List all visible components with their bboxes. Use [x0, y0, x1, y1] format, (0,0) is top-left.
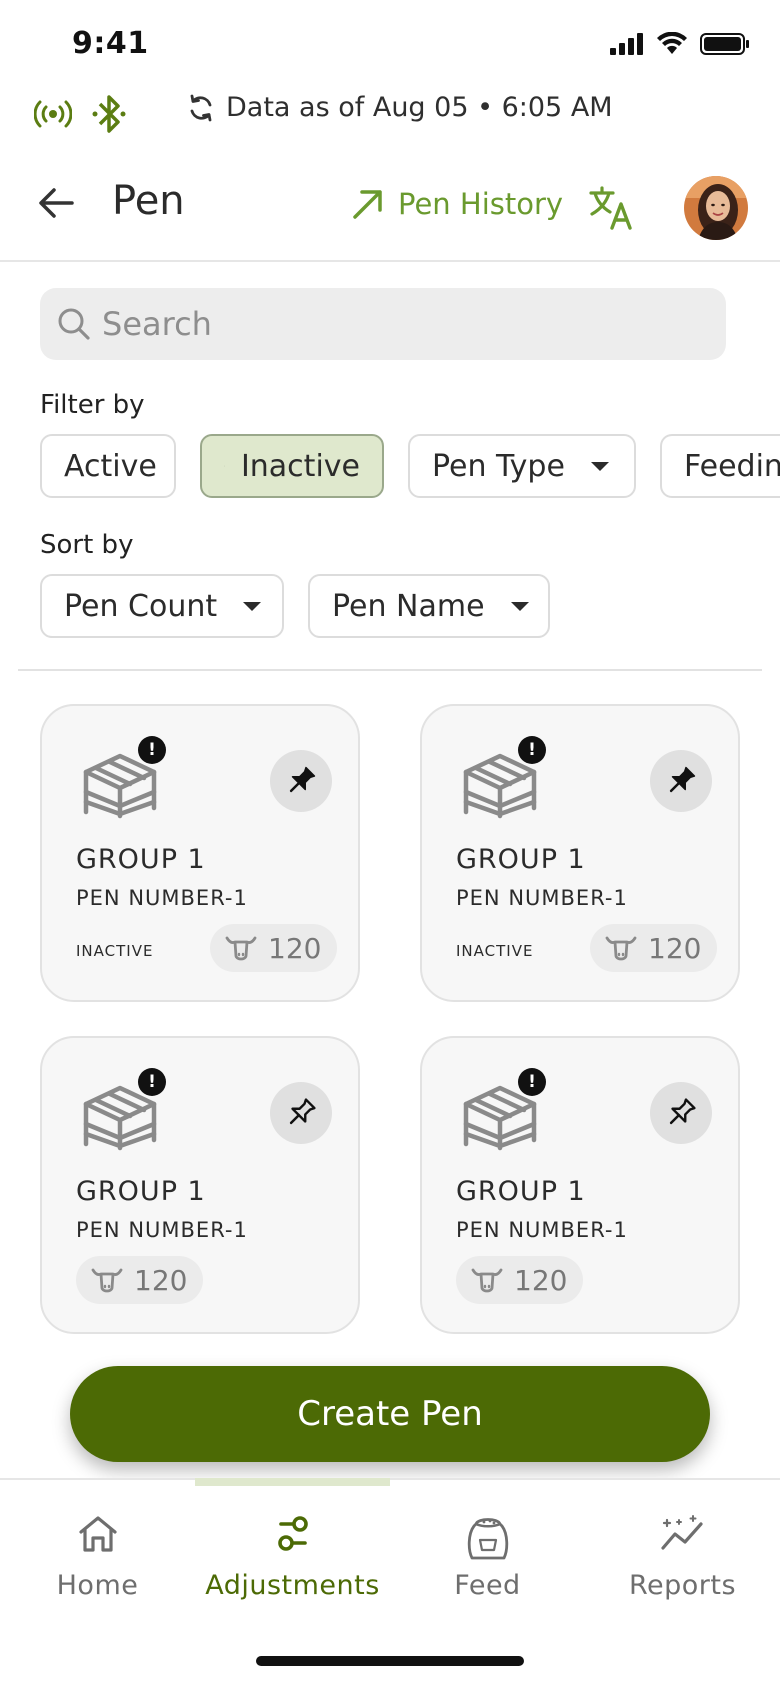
page-title: Pen: [112, 178, 185, 224]
pin-button[interactable]: [270, 1082, 332, 1144]
cellular-signal-icon: [610, 33, 643, 55]
wifi-icon: [657, 32, 687, 54]
filter-chip-label: Inactive: [240, 448, 360, 484]
pen-number: PEN NUMBER-1: [76, 886, 248, 910]
pin-button[interactable]: [270, 750, 332, 812]
pen-card[interactable]: ! GROUP 1 PEN NUMBER-1 INACTIVE 120: [420, 704, 740, 1002]
status-time: 9:41: [72, 26, 149, 61]
alert-badge: !: [518, 736, 546, 764]
sort-chip-pen-count[interactable]: Pen Count: [40, 574, 284, 638]
status-label: INACTIVE: [76, 942, 154, 960]
app-header: Pen Pen History: [0, 160, 780, 262]
pen-card[interactable]: ! GROUP 1 PEN NUMBER-1 120: [420, 1036, 740, 1334]
group-name: GROUP 1: [76, 844, 206, 875]
cow-head-icon: [605, 936, 637, 961]
pin-filled-icon: [669, 766, 696, 793]
alert-badge: !: [518, 1068, 546, 1096]
caret-down-icon: [590, 461, 609, 471]
cow-head-icon: [91, 1268, 123, 1293]
sort-chip-label: Pen Name: [332, 588, 485, 624]
adjustments-icon: [277, 1516, 308, 1551]
reports-icon: [660, 1515, 703, 1550]
group-name: GROUP 1: [456, 844, 586, 875]
status-bar: 9:41: [0, 0, 780, 90]
back-arrow-icon[interactable]: [36, 182, 78, 224]
head-count-pill: 120: [76, 1256, 204, 1304]
pen-history-link[interactable]: Pen History: [350, 186, 563, 222]
pin-outline-icon: [669, 1098, 696, 1125]
search-icon: [58, 308, 90, 340]
head-count: 120: [268, 931, 322, 965]
sync-bar: Data as of Aug 05 • 6:05 AM: [0, 88, 780, 138]
filter-chip-label: Pen Type: [432, 448, 565, 484]
pen-card[interactable]: ! GROUP 1 PEN NUMBER-1 INACTIVE 120: [40, 704, 360, 1002]
sync-timestamp: Data as of Aug 05 • 6:05 AM: [226, 92, 613, 123]
filter-chip-label: Active: [64, 448, 157, 484]
head-count-pill: 120: [456, 1256, 584, 1304]
battery-icon: [700, 33, 749, 55]
nav-label: Feed: [454, 1570, 521, 1601]
head-count: 120: [514, 1263, 568, 1297]
pin-filled-icon: [289, 766, 316, 793]
nav-label: Adjustments: [205, 1570, 380, 1601]
caret-down-icon: [510, 601, 529, 611]
nav-item-adjustments[interactable]: Adjustments: [195, 1514, 390, 1601]
nav-item-reports[interactable]: Reports: [585, 1514, 780, 1601]
status-icons: [610, 32, 750, 56]
nav-item-feed[interactable]: Feed: [390, 1514, 585, 1601]
translate-icon[interactable]: [588, 184, 636, 232]
connection-indicators: [34, 92, 126, 136]
cow-head-icon: [471, 1268, 503, 1293]
head-count: 120: [134, 1263, 188, 1297]
sort-chip-pen-name[interactable]: Pen Name: [308, 574, 550, 638]
nav-item-home[interactable]: Home: [0, 1514, 195, 1601]
feed-bag-icon: [467, 1518, 508, 1560]
head-count: 120: [648, 931, 702, 965]
pen-number: PEN NUMBER-1: [456, 886, 628, 910]
status-label: INACTIVE: [456, 942, 534, 960]
pen-card[interactable]: ! GROUP 1 PEN NUMBER-1 120: [40, 1036, 360, 1334]
home-icon: [78, 1516, 117, 1552]
pin-outline-icon: [289, 1098, 316, 1125]
alert-badge: !: [138, 736, 166, 764]
filter-chip-active[interactable]: Active: [40, 434, 176, 498]
filter-chip-pen-type[interactable]: Pen Type: [408, 434, 636, 498]
pin-button[interactable]: [650, 750, 712, 812]
group-name: GROUP 1: [456, 1176, 586, 1207]
caret-down-icon: [243, 601, 262, 611]
pin-button[interactable]: [650, 1082, 712, 1144]
pen-number: PEN NUMBER-1: [456, 1218, 628, 1242]
home-indicator: [256, 1656, 524, 1666]
alert-badge: !: [138, 1068, 166, 1096]
user-avatar[interactable]: [684, 176, 748, 240]
cow-head-icon: [225, 936, 257, 961]
bluetooth-icon: [92, 95, 126, 133]
filter-chip-inactive[interactable]: Inactive: [200, 434, 384, 498]
sort-chip-label: Pen Count: [64, 588, 218, 624]
filter-chip-label: Feedin: [684, 448, 780, 484]
head-count-pill: 120: [210, 924, 338, 972]
nav-label: Reports: [628, 1570, 737, 1601]
filter-label: Filter by: [40, 390, 145, 420]
arrow-up-right-icon: [353, 190, 382, 219]
avatar-photo: [684, 176, 748, 240]
filter-chip-feeding[interactable]: Feedin: [660, 434, 780, 498]
sync-status: Data as of Aug 05 • 6:05 AM: [186, 92, 613, 123]
active-tab-indicator: [195, 1478, 390, 1486]
nav-label: Home: [56, 1570, 139, 1601]
broadcast-icon: [34, 100, 72, 128]
pen-history-label: Pen History: [398, 187, 564, 221]
checkmark-icon: [224, 465, 225, 467]
pen-number: PEN NUMBER-1: [76, 1218, 248, 1242]
refresh-icon: [190, 94, 212, 121]
divider: [18, 669, 762, 671]
sort-label: Sort by: [40, 530, 134, 560]
search-bar[interactable]: [40, 288, 726, 360]
group-name: GROUP 1: [76, 1176, 206, 1207]
head-count-pill: 120: [590, 924, 718, 972]
search-input[interactable]: [102, 305, 682, 343]
create-pen-button[interactable]: Create Pen: [70, 1366, 710, 1462]
